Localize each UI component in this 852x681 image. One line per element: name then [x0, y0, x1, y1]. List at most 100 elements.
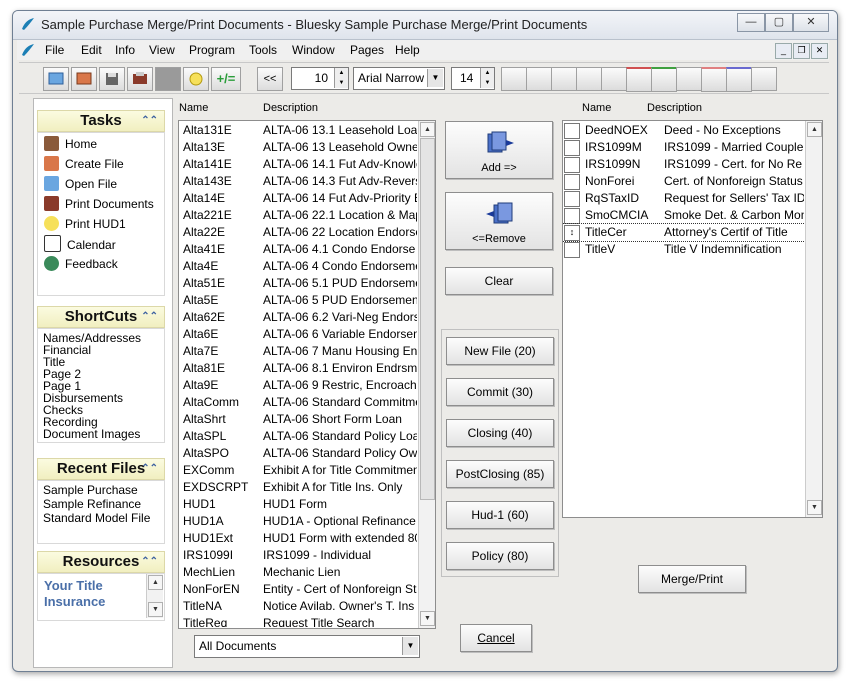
- tasks-header[interactable]: Tasks ⌃⌃: [37, 110, 165, 132]
- available-row[interactable]: TitleNA Notice Avilab. Owner's T. Ins: [179, 598, 417, 615]
- mdi-minimize-button[interactable]: _: [775, 43, 792, 59]
- menu-window[interactable]: Window: [292, 43, 335, 57]
- resources-text[interactable]: Your Title Insurance: [44, 578, 142, 610]
- menu-file[interactable]: File: [45, 43, 64, 57]
- available-row[interactable]: AltaSPO ALTA-06 Standard Policy Owner: [179, 445, 417, 462]
- available-row[interactable]: AltaComm ALTA-06 Standard Commitment: [179, 394, 417, 411]
- scroll-up-icon[interactable]: ▲: [420, 122, 435, 137]
- row-checkbox[interactable]: ↕: [564, 225, 580, 241]
- format-button-3[interactable]: [551, 67, 577, 91]
- task-print-hud1[interactable]: Print HUD1: [44, 215, 126, 233]
- stage-closing-button[interactable]: Closing (40): [446, 419, 554, 447]
- page-size-stepper[interactable]: 10 ▲ ▼: [291, 67, 349, 90]
- task-feedback[interactable]: Feedback: [44, 255, 118, 273]
- create-file-icon[interactable]: [71, 67, 97, 91]
- scroll-down-icon[interactable]: ▼: [807, 500, 822, 515]
- selected-row[interactable]: SmoCMCIA Smoke Det. & Carbon Mon: [563, 207, 805, 224]
- available-row[interactable]: AltaShrt ALTA-06 Short Form Loan: [179, 411, 417, 428]
- available-documents-list[interactable]: Alta131E ALTA-06 13.1 Leasehold Loan Alta1…: [178, 120, 436, 629]
- menu-program[interactable]: Program: [189, 43, 235, 57]
- row-checkbox[interactable]: [564, 140, 580, 156]
- collapse-icon[interactable]: ⌃⌃: [141, 307, 158, 327]
- menu-tools[interactable]: Tools: [249, 43, 277, 57]
- add-equal-button[interactable]: +/=: [211, 67, 241, 91]
- menu-help[interactable]: Help: [395, 43, 420, 57]
- nav-back-button[interactable]: <<: [257, 67, 283, 91]
- available-row[interactable]: Alta14E ALTA-06 14 Fut Adv-Priority E: [179, 190, 417, 207]
- chevron-down-icon[interactable]: ▼: [402, 637, 418, 655]
- available-row[interactable]: Alta51E ALTA-06 5.1 PUD Endorsement: [179, 275, 417, 292]
- resources-header[interactable]: Resources ⌃⌃: [37, 551, 165, 573]
- font-size-stepper[interactable]: 14 ▲ ▼: [451, 67, 495, 90]
- recent-file-item[interactable]: Sample Purchase: [43, 484, 138, 496]
- available-row[interactable]: Alta131E ALTA-06 13.1 Leasehold Loan: [179, 122, 417, 139]
- stage-hud1-button[interactable]: Hud-1 (60): [446, 501, 554, 529]
- stage-postclosing-button[interactable]: PostClosing (85): [446, 460, 554, 488]
- recent-file-item[interactable]: Sample Refinance: [43, 498, 141, 510]
- menu-pages[interactable]: Pages: [350, 43, 384, 57]
- selected-row[interactable]: ↕ TitleCer Attorney's Certif of Title: [563, 223, 805, 242]
- add-button[interactable]: Add =>: [445, 121, 553, 179]
- available-row[interactable]: Alta41E ALTA-06 4.1 Condo Endorse: [179, 241, 417, 258]
- stage-commit-button[interactable]: Commit (30): [446, 378, 554, 406]
- row-checkbox[interactable]: [564, 191, 580, 207]
- minimize-button[interactable]: —: [737, 13, 765, 32]
- menu-view[interactable]: View: [149, 43, 175, 57]
- chevron-down-icon[interactable]: ▼: [427, 69, 443, 87]
- scroll-thumb[interactable]: [420, 138, 435, 500]
- row-checkbox[interactable]: [564, 242, 580, 258]
- available-row[interactable]: HUD1 HUD1 Form: [179, 496, 417, 513]
- format-button-1[interactable]: [501, 67, 527, 91]
- collapse-icon[interactable]: ⌃⌃: [141, 459, 158, 479]
- green-format-button[interactable]: [651, 67, 677, 92]
- scroll-down-icon[interactable]: ▼: [420, 611, 435, 626]
- available-row[interactable]: IRS1099I IRS1099 - Individual: [179, 547, 417, 564]
- selected-desc-header[interactable]: Description: [647, 102, 702, 114]
- print-hud1-icon[interactable]: [183, 67, 209, 91]
- save-icon[interactable]: [99, 67, 125, 91]
- menu-info[interactable]: Info: [115, 43, 135, 57]
- format-button-2[interactable]: [526, 67, 552, 91]
- available-row[interactable]: EXDSCRPT Exhibit A for Title Ins. Only: [179, 479, 417, 496]
- available-row[interactable]: NonForEN Entity - Cert of Nonforeign Stat…: [179, 581, 417, 598]
- recent-file-item[interactable]: Standard Model File: [43, 512, 150, 524]
- merge-print-button[interactable]: Merge/Print: [638, 565, 746, 593]
- format-button-4[interactable]: [576, 67, 602, 91]
- available-row[interactable]: Alta62E ALTA-06 6.2 Vari-Neg Endorse: [179, 309, 417, 326]
- row-checkbox[interactable]: [564, 157, 580, 173]
- available-row[interactable]: EXComm Exhibit A for Title Commitment: [179, 462, 417, 479]
- collapse-icon[interactable]: ⌃⌃: [141, 552, 158, 572]
- available-name-header[interactable]: Name: [179, 102, 208, 114]
- task-print-documents[interactable]: Print Documents: [44, 195, 154, 213]
- row-checkbox[interactable]: [564, 174, 580, 190]
- blue-format-button[interactable]: [726, 67, 752, 92]
- maximize-button[interactable]: ▢: [765, 13, 793, 32]
- recent-files-header[interactable]: Recent Files ⌃⌃: [37, 458, 165, 480]
- available-row[interactable]: Alta5E ALTA-06 5 PUD Endorsement: [179, 292, 417, 309]
- selected-row[interactable]: NonForei Cert. of Nonforeign Status: [563, 173, 805, 190]
- row-checkbox[interactable]: [564, 123, 580, 139]
- stage-policy-button[interactable]: Policy (80): [446, 542, 554, 570]
- red-format-button[interactable]: [626, 67, 652, 92]
- selected-row[interactable]: TitleV Title V Indemnification: [563, 241, 805, 258]
- font-name-select[interactable]: Arial Narrow ▼: [353, 67, 445, 90]
- available-row[interactable]: Alta9E ALTA-06 9 Restric, Encroach: [179, 377, 417, 394]
- task-open-file[interactable]: Open File: [44, 175, 117, 193]
- available-row[interactable]: Alta81E ALTA-06 8.1 Environ Endrsmt: [179, 360, 417, 377]
- close-button[interactable]: ✕: [793, 13, 829, 32]
- selected-name-header[interactable]: Name: [582, 102, 611, 114]
- selected-documents-list[interactable]: DeedNOEX Deed - No Exceptions IRS1099M IRS1…: [562, 120, 823, 518]
- available-row[interactable]: Alta143E ALTA-06 14.3 Fut Adv-Reverse: [179, 173, 417, 190]
- format-button-8[interactable]: [676, 67, 702, 91]
- format-button-11[interactable]: [751, 67, 777, 91]
- task-create-file[interactable]: Create File: [44, 155, 124, 173]
- scroll-down-icon[interactable]: ▼: [148, 602, 163, 617]
- scroll-up-icon[interactable]: ▲: [148, 575, 163, 590]
- format-button-5[interactable]: [601, 67, 627, 91]
- available-row[interactable]: AltaSPL ALTA-06 Standard Policy Loan: [179, 428, 417, 445]
- available-scrollbar[interactable]: ▲ ▼: [418, 121, 435, 628]
- menu-edit[interactable]: Edit: [81, 43, 102, 57]
- shortcuts-header[interactable]: ShortCuts ⌃⌃: [37, 306, 165, 328]
- selected-row[interactable]: DeedNOEX Deed - No Exceptions: [563, 122, 805, 139]
- available-row[interactable]: TitleReq Request Title Search: [179, 615, 417, 627]
